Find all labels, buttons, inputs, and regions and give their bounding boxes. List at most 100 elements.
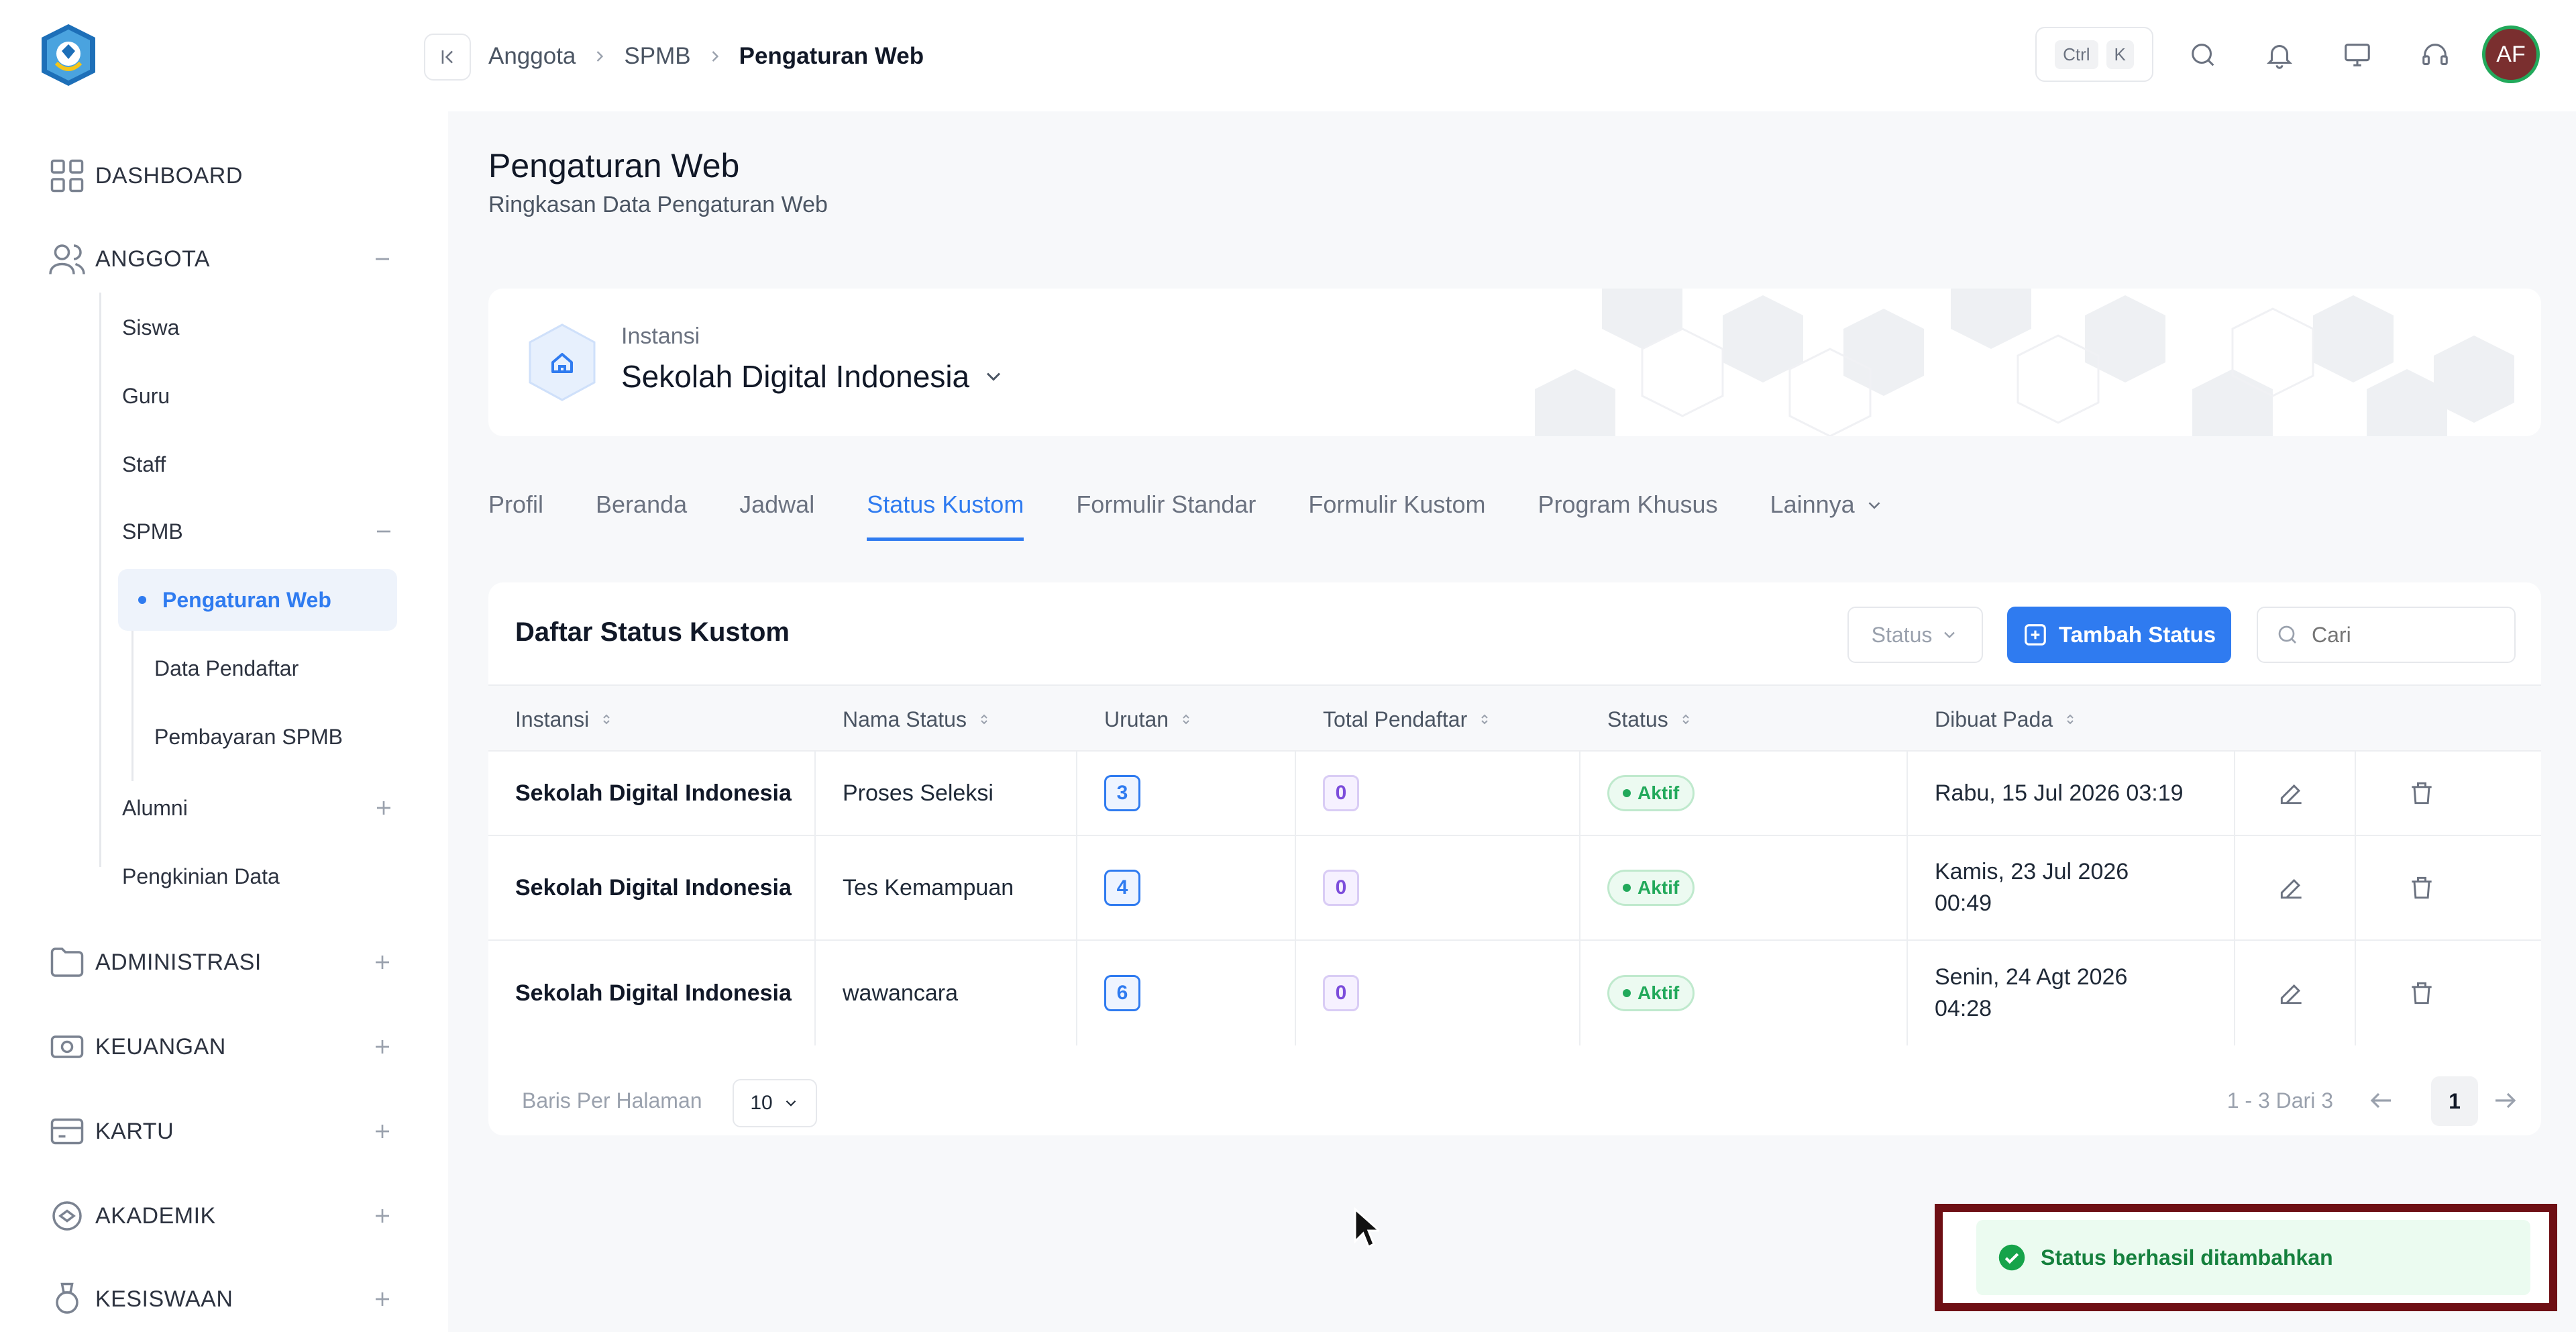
search-input[interactable] <box>2312 622 2500 648</box>
tab-status-kustom[interactable]: Status Kustom <box>867 483 1024 541</box>
status-filter-select[interactable]: Status <box>1847 607 1983 663</box>
search-box[interactable] <box>2257 607 2516 663</box>
instansi-selector[interactable]: Sekolah Digital Indonesia <box>621 358 1006 395</box>
column-total-pendaftar[interactable]: Total Pendaftar <box>1296 686 1580 753</box>
plus-icon[interactable] <box>369 1286 396 1313</box>
display-button[interactable] <box>2337 35 2377 75</box>
search-button[interactable] <box>2183 35 2223 75</box>
collapse-sidebar-button[interactable] <box>424 34 471 81</box>
tab-lainnya[interactable]: Lainnya <box>1770 483 1884 544</box>
breadcrumb-spmb[interactable]: SPMB <box>624 43 690 70</box>
cell-delete <box>2356 752 2541 835</box>
plus-icon[interactable] <box>369 1033 396 1060</box>
column-urutan[interactable]: Urutan <box>1077 686 1296 753</box>
arrow-right-icon[interactable] <box>2489 1084 2521 1117</box>
nav-data-pendaftar[interactable]: Data Pendaftar <box>154 642 397 695</box>
edit-icon[interactable] <box>2277 873 2306 903</box>
active-dot <box>138 596 146 604</box>
trash-icon[interactable] <box>2407 873 2436 903</box>
folder-icon <box>50 947 84 977</box>
nav-alumni[interactable]: Alumni <box>122 781 397 835</box>
column-nama-status[interactable]: Nama Status <box>816 686 1077 753</box>
cell-total: 0 <box>1296 752 1580 835</box>
nav-administrasi[interactable]: ADMINISTRASI <box>40 935 396 989</box>
chevron-right-icon <box>597 51 604 62</box>
support-button[interactable] <box>2415 35 2455 75</box>
sort-icon <box>1183 714 1189 725</box>
nav-guru[interactable]: Guru <box>122 369 397 423</box>
kbd-ctrl: Ctrl <box>2055 40 2098 69</box>
plus-icon[interactable] <box>369 1118 396 1145</box>
nav-spmb[interactable]: SPMB <box>122 505 397 558</box>
chevron-down-icon <box>987 372 1001 381</box>
urutan-badge: 4 <box>1104 870 1140 906</box>
nav-alumni-label: Alumni <box>122 795 188 820</box>
edit-icon[interactable] <box>2277 778 2306 808</box>
notifications-button[interactable] <box>2259 35 2300 75</box>
tab-formulir-kustom[interactable]: Formulir Kustom <box>1308 483 1485 544</box>
page-subtitle: Ringkasan Data Pengaturan Web <box>488 192 828 217</box>
nav-pengkinian-data[interactable]: Pengkinian Data <box>122 850 397 903</box>
nav-akademik-label: AKADEMIK <box>95 1202 216 1229</box>
cell-dibuat: Kamis, 23 Jul 2026 00:49 <box>1908 836 2235 939</box>
plus-icon[interactable] <box>370 795 397 821</box>
column-label: Nama Status <box>843 707 967 731</box>
plus-icon[interactable] <box>369 949 396 976</box>
edit-icon[interactable] <box>2277 978 2306 1008</box>
column-instansi[interactable]: Instansi <box>488 686 816 753</box>
nav-kartu[interactable]: KARTU <box>40 1105 396 1158</box>
status-badge: Aktif <box>1607 975 1695 1011</box>
tut-wuri-handayani-logo[interactable] <box>35 21 102 89</box>
tab-formulir-standar[interactable]: Formulir Standar <box>1076 483 1256 544</box>
nav-pembayaran-spmb[interactable]: Pembayaran SPMB <box>154 710 397 764</box>
urutan-badge: 3 <box>1104 775 1140 811</box>
trash-icon[interactable] <box>2407 978 2436 1008</box>
cell-instansi: Sekolah Digital Indonesia <box>488 752 816 835</box>
plus-icon[interactable] <box>369 1202 396 1229</box>
avatar[interactable]: AF <box>2482 25 2540 83</box>
money-icon <box>50 1035 84 1058</box>
breadcrumb-anggota[interactable]: Anggota <box>488 43 576 70</box>
nav-kartu-label: KARTU <box>95 1118 174 1144</box>
nav-siswa[interactable]: Siswa <box>122 301 397 354</box>
rows-per-page-value: 10 <box>750 1092 773 1114</box>
arrow-left-icon[interactable] <box>2365 1084 2398 1117</box>
trash-icon[interactable] <box>2407 778 2436 808</box>
tab-beranda[interactable]: Beranda <box>596 483 687 544</box>
column-dibuat-pada[interactable]: Dibuat Pada <box>1908 686 2235 753</box>
total-badge: 0 <box>1323 975 1359 1011</box>
column-status[interactable]: Status <box>1580 686 1908 753</box>
cell-nama-status: Proses Seleksi <box>816 752 1077 835</box>
tab-program-khusus[interactable]: Program Khusus <box>1538 483 1717 544</box>
sort-icon <box>1481 714 1488 725</box>
home-icon <box>529 323 596 401</box>
column-label: Urutan <box>1104 707 1169 731</box>
instansi-card: Instansi Sekolah Digital Indonesia <box>488 289 2541 436</box>
nav-akademik[interactable]: AKADEMIK <box>40 1189 396 1243</box>
status-text: Aktif <box>1638 877 1680 898</box>
nav-pengaturan-web[interactable]: Pengaturan Web <box>118 569 397 631</box>
add-status-button[interactable]: Tambah Status <box>2007 607 2231 663</box>
tab-profil[interactable]: Profil <box>488 483 543 544</box>
nav-kesiswaan[interactable]: KESISWAAN <box>40 1272 396 1326</box>
nav-dashboard[interactable]: DASHBOARD <box>40 149 396 203</box>
command-palette-shortcut[interactable]: Ctrl K <box>2035 27 2153 82</box>
card-icon <box>50 1118 84 1145</box>
cell-dibuat: Senin, 24 Agt 2026 04:28 <box>1908 941 2235 1045</box>
medal-icon <box>56 1282 78 1314</box>
cell-edit <box>2235 941 2356 1045</box>
nav-staff[interactable]: Staff <box>122 438 397 491</box>
cell-urutan: 6 <box>1077 941 1296 1045</box>
column-label: Instansi <box>515 707 590 731</box>
table-row: Sekolah Digital Indonesia wawancara 6 0 … <box>488 941 2541 1045</box>
tab-jadwal[interactable]: Jadwal <box>739 483 814 544</box>
users-icon <box>49 244 85 274</box>
minus-icon[interactable] <box>370 518 397 545</box>
nav-keuangan[interactable]: KEUANGAN <box>40 1020 396 1074</box>
submenu-line <box>99 293 101 867</box>
rows-per-page-select[interactable]: 10 <box>733 1079 817 1127</box>
minus-icon[interactable] <box>369 246 396 272</box>
status-dot <box>1623 884 1631 892</box>
nav-anggota[interactable]: ANGGOTA <box>40 232 396 286</box>
page-number[interactable]: 1 <box>2431 1076 2478 1126</box>
